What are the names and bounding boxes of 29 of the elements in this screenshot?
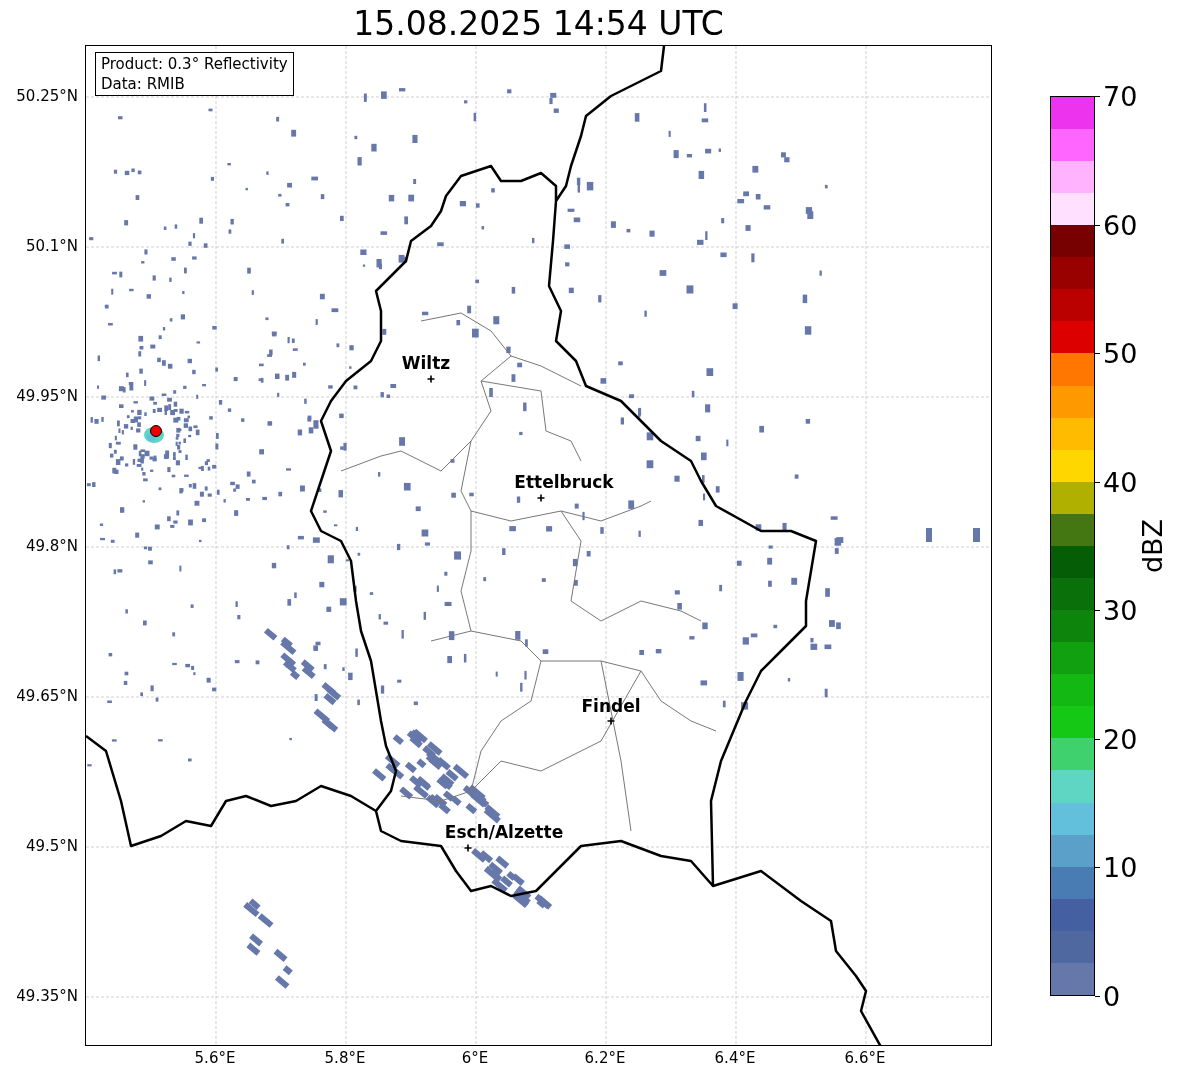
colorbar-label: dBZ (1138, 518, 1166, 574)
latitude-label: 49.65°N (16, 688, 78, 704)
latitude-label: 50.1°N (25, 238, 78, 254)
colorbar-tick-label: 70 (1103, 82, 1138, 110)
colorbar-tick-label: 50 (1103, 339, 1138, 367)
longitude-label: 5.6°E (194, 1051, 236, 1066)
colorbar-tick-label: 30 (1103, 596, 1138, 624)
colorbar-tick-label: 20 (1103, 725, 1138, 753)
city-label: Wiltz (401, 354, 451, 372)
longitude-label: 6.6°E (844, 1051, 886, 1066)
latitude-label: 50.25°N (16, 88, 78, 104)
latitude-label: 49.8°N (25, 538, 78, 554)
info-text: Product: 0.3° Reflectivity (101, 54, 288, 74)
latitude-label: 49.5°N (25, 838, 78, 854)
latitude-label: 49.35°N (16, 988, 78, 1004)
longitude-label: 5.8°E (324, 1051, 366, 1066)
city-label: Ettelbruck (514, 473, 614, 491)
city-label: Esch/Alzette (444, 823, 564, 841)
longitude-label: 6.4°E (714, 1051, 756, 1066)
latitude-label: 49.95°N (16, 388, 78, 404)
info-text: Data: RMIB (101, 74, 186, 94)
chart-title: 15.08.2025 14:54 UTC (353, 3, 724, 45)
city-label: Findel (581, 697, 641, 715)
colorbar-tick-label: 10 (1103, 853, 1138, 881)
colorbar-tick-label: 40 (1103, 468, 1138, 496)
colorbar-tick-label: 60 (1103, 211, 1138, 239)
colorbar-tick-label: 0 (1103, 982, 1121, 1010)
longitude-label: 6.2°E (584, 1051, 626, 1066)
longitude-label: 6°E (461, 1051, 489, 1066)
